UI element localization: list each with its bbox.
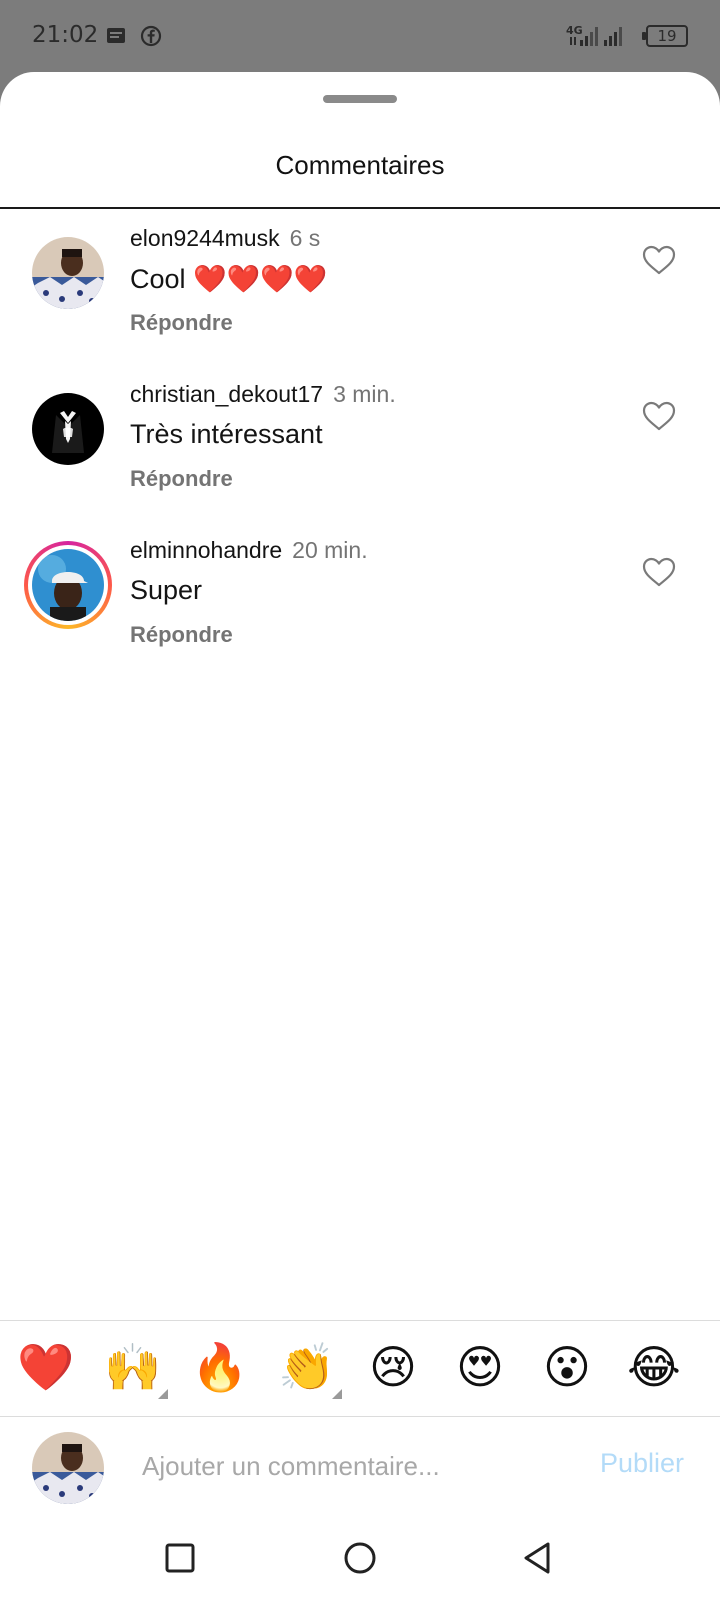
- publish-button[interactable]: Publier: [600, 1448, 684, 1479]
- avatar[interactable]: [32, 549, 104, 621]
- like-heart-icon[interactable]: [642, 401, 676, 431]
- emoji-raising-hands-button[interactable]: 🙌: [104, 1339, 168, 1399]
- comment-text: Très intéressant: [130, 419, 323, 449]
- message-icon: [107, 28, 125, 43]
- recents-square-icon[interactable]: [160, 1538, 200, 1578]
- avatar[interactable]: [32, 237, 104, 309]
- reply-button[interactable]: Répondre: [130, 466, 233, 492]
- network-type-label: 4G: [566, 24, 583, 37]
- comment-time: 6 s: [289, 225, 321, 251]
- emoji-glyph: 🙌: [104, 1341, 162, 1393]
- emoji-glyph: 👏: [278, 1341, 336, 1393]
- avatar-photo: [32, 393, 104, 465]
- like-heart-icon[interactable]: [642, 557, 676, 587]
- avatar-photo: [32, 549, 104, 621]
- comment-time: 20 min.: [292, 537, 368, 563]
- comment-text: Cool ❤️❤️❤️❤️: [130, 264, 328, 294]
- avatar-photo: [32, 237, 104, 309]
- avatar[interactable]: [32, 393, 104, 465]
- comment-username[interactable]: christian_dekout17: [130, 381, 323, 407]
- back-triangle-icon[interactable]: [518, 1538, 558, 1578]
- avatar-photo: [32, 1432, 104, 1504]
- system-nav-bar: [0, 1518, 720, 1612]
- emoji-clapping-hands-button[interactable]: 👏: [278, 1339, 342, 1399]
- status-bar: 21:02 4G 19: [0, 0, 720, 72]
- emoji-heart-button[interactable]: ❤️: [17, 1339, 74, 1395]
- emoji-quick-bar: ❤️ 🙌 🔥 👏 😢 😍 😮 😂: [0, 1320, 720, 1417]
- battery-icon: 19: [642, 25, 688, 47]
- comment-item: elon9244musk 6 s Cool ❤️❤️❤️❤️ Répondre: [0, 225, 720, 365]
- drag-handle[interactable]: [323, 95, 397, 103]
- facebook-icon: [140, 25, 162, 47]
- current-user-avatar: [32, 1432, 104, 1504]
- divider: [0, 207, 720, 209]
- comment-header: elon9244musk 6 s: [130, 225, 320, 252]
- skin-tone-indicator: [158, 1389, 168, 1399]
- reply-button[interactable]: Répondre: [130, 310, 233, 336]
- comment-composer: Publier: [0, 1418, 720, 1518]
- story-ring[interactable]: [24, 541, 112, 629]
- comment-username[interactable]: elminnohandre: [130, 537, 282, 563]
- comment-input[interactable]: [142, 1444, 562, 1488]
- comment-text: Super: [130, 575, 203, 605]
- status-time: 21:02: [32, 22, 99, 48]
- page-title: Commentaires: [275, 150, 445, 180]
- emoji-heart-eyes-button[interactable]: 😍: [452, 1339, 508, 1395]
- emoji-fire-button[interactable]: 🔥: [191, 1339, 248, 1395]
- emoji-tears-of-joy-button[interactable]: 😂: [626, 1339, 682, 1395]
- comment-header: christian_dekout17 3 min.: [130, 381, 396, 408]
- emoji-surprised-face-button[interactable]: 😮: [539, 1339, 595, 1395]
- comment-item: christian_dekout17 3 min. Très intéressan…: [0, 381, 720, 521]
- comment-time: 3 min.: [333, 381, 396, 407]
- signal-icon: 4G: [566, 24, 622, 46]
- comment-username[interactable]: elon9244musk: [130, 225, 280, 251]
- comment-header: elminnohandre 20 min.: [130, 537, 368, 564]
- comment-item: elminnohandre 20 min. Super Répondre: [0, 537, 720, 677]
- home-circle-icon[interactable]: [340, 1538, 380, 1578]
- like-heart-icon[interactable]: [642, 245, 676, 275]
- reply-button[interactable]: Répondre: [130, 622, 233, 648]
- emoji-crying-face-button[interactable]: 😢: [365, 1339, 421, 1395]
- skin-tone-indicator: [332, 1389, 342, 1399]
